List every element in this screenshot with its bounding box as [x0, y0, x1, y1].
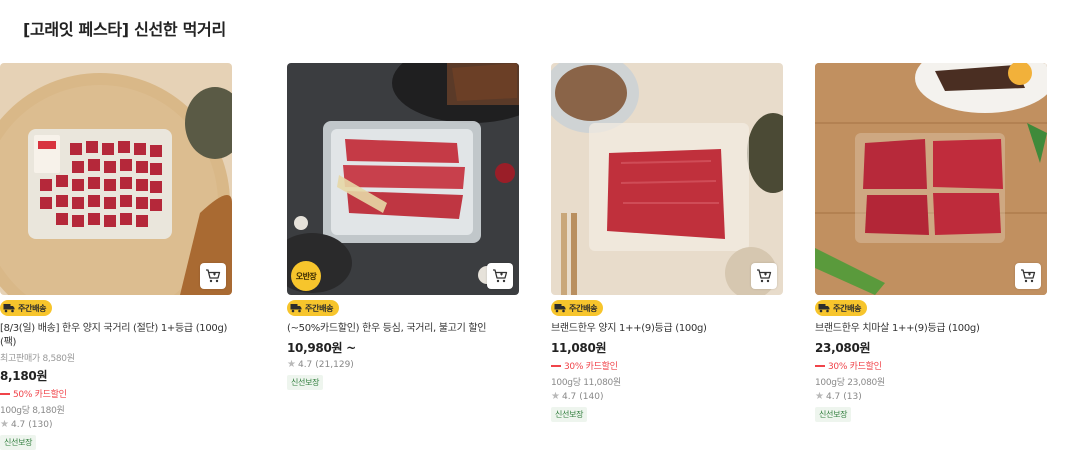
add-to-cart-button[interactable] [487, 263, 513, 289]
delivery-label: 주간배송 [569, 303, 598, 313]
discount-dash [0, 392, 10, 395]
cart-icon [206, 269, 221, 283]
rating-score: 4.7 [825, 391, 841, 402]
product-name[interactable]: 브랜드한우 치마살 1++(9)등급 (100g) [815, 322, 1047, 336]
delivery-label: 주간배송 [305, 303, 334, 313]
discount-label: 30% 카드할인 [564, 362, 618, 372]
product-name[interactable]: (~50%카드할인) 한우 등심, 국거리, 불고기 할인 [287, 322, 519, 336]
discount-label: 30% 카드할인 [828, 362, 882, 372]
truck-icon [818, 304, 830, 313]
discount-label: 50% 카드할인 [13, 390, 67, 400]
rating-score: 4.7 [561, 391, 577, 402]
add-to-cart-button[interactable] [751, 263, 777, 289]
freshness-guarantee-tag: 신선보장 [551, 407, 588, 422]
freshness-guarantee-tag: 신선보장 [0, 435, 37, 450]
review-count: (130) [28, 419, 53, 430]
beef-brisket-photo [551, 63, 783, 295]
discount-dash [815, 364, 825, 367]
rating-score: 4.7 [10, 419, 26, 430]
delivery-badge: 주간배송 [0, 300, 53, 316]
card-discount: 30% 카드할인 [551, 359, 783, 372]
card-discount: 30% 카드할인 [815, 359, 1047, 372]
discount-badge: 오반장 [291, 261, 321, 291]
delivery-label: 주간배송 [833, 303, 862, 313]
product-card[interactable]: 주간배송 [8/3(일) 배송] 한우 양지 국거리 (절단) 1+등급 (10… [0, 63, 232, 450]
star-icon: ★ [551, 391, 560, 402]
product-image[interactable]: 오반장 [287, 63, 519, 295]
rating: ★ 4.7 (21,129) [287, 359, 519, 370]
delivery-label: 주간배송 [18, 303, 47, 313]
rating: ★ 4.7 (13) [815, 391, 1047, 402]
product-name[interactable]: [8/3(일) 배송] 한우 양지 국거리 (절단) 1+등급 (100g) (… [0, 322, 232, 350]
product-card[interactable]: 주간배송 브랜드한우 양지 1++(9)등급 (100g) 11,080원 30… [551, 63, 783, 422]
cart-icon [757, 269, 772, 283]
discount-dash [551, 364, 561, 367]
truck-icon [554, 304, 566, 313]
product-name[interactable]: 브랜드한우 양지 1++(9)등급 (100g) [551, 322, 783, 336]
unit-price: 100g당 11,080원 [551, 378, 621, 388]
product-price: 10,980원 ~ [287, 341, 356, 355]
freshness-guarantee-tag: 신선보장 [287, 375, 324, 390]
beef-cubes-photo [0, 63, 232, 295]
star-icon: ★ [287, 359, 296, 370]
card-discount: 50% 카드할인 [0, 387, 232, 400]
truck-icon [3, 304, 15, 313]
rating: ★ 4.7 (130) [0, 419, 232, 430]
rating-score: 4.7 [297, 359, 313, 370]
product-card[interactable]: 주간배송 브랜드한우 치마살 1++(9)등급 (100g) 23,080원 3… [815, 63, 1047, 422]
beef-skirt-photo [815, 63, 1047, 295]
star-icon: ★ [0, 419, 9, 430]
review-count: (140) [579, 391, 604, 402]
beef-sirloin-photo [287, 63, 519, 295]
product-price: 23,080원 [815, 341, 871, 355]
unit-price: 100g당 8,180원 [0, 406, 65, 416]
product-image[interactable] [815, 63, 1047, 295]
review-count: (13) [843, 391, 862, 402]
product-image[interactable] [551, 63, 783, 295]
delivery-badge: 주간배송 [287, 300, 340, 316]
product-price: 11,080원 [551, 341, 607, 355]
delivery-badge: 주간배송 [551, 300, 604, 316]
freshness-guarantee-tag: 신선보장 [815, 407, 852, 422]
product-image[interactable] [0, 63, 232, 295]
add-to-cart-button[interactable] [1015, 263, 1041, 289]
unit-price: 100g당 23,080원 [815, 378, 885, 388]
product-price: 8,180원 [0, 369, 48, 383]
review-count: (21,129) [315, 359, 354, 370]
delivery-badge: 주간배송 [815, 300, 868, 316]
truck-icon [290, 304, 302, 313]
star-icon: ★ [815, 391, 824, 402]
original-price: 최고판매가 8,580원 [0, 354, 75, 364]
cart-icon [1021, 269, 1036, 283]
section-title: [고래잇 페스타] 신선한 먹거리 [23, 20, 226, 39]
add-to-cart-button[interactable] [200, 263, 226, 289]
product-card[interactable]: 오반장 주간배송 (~50%카드할인) 한우 등심, 국거리, 불고기 할인 1… [287, 63, 519, 390]
cart-icon [493, 269, 508, 283]
rating: ★ 4.7 (140) [551, 391, 783, 402]
